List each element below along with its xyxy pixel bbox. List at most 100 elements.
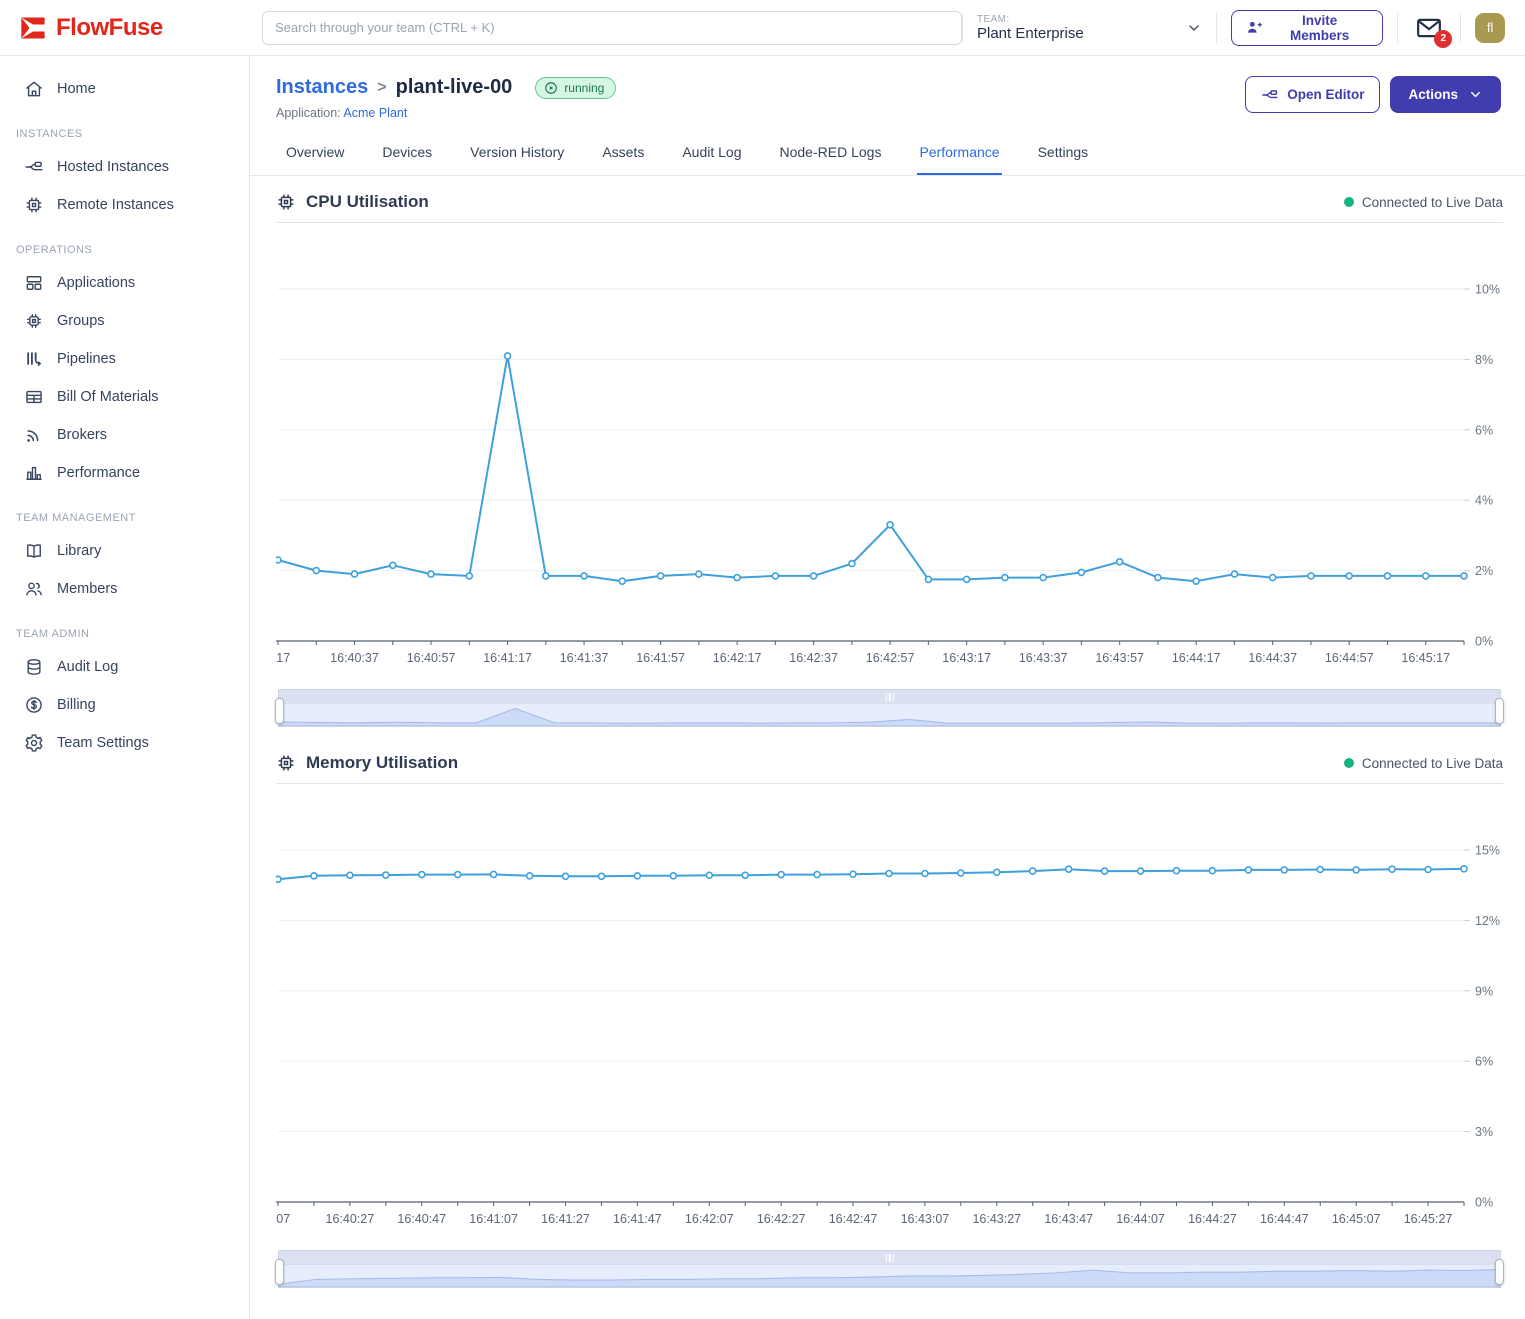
- sidebar-item-home[interactable]: Home: [0, 70, 249, 108]
- open-editor-button[interactable]: Open Editor: [1245, 76, 1380, 113]
- memory-range-slider[interactable]: [278, 1250, 1501, 1288]
- slider-handle-left[interactable]: [275, 1259, 284, 1285]
- sidebar-item-pipelines[interactable]: Pipelines: [0, 340, 249, 378]
- svg-text:9%: 9%: [1475, 984, 1493, 998]
- sidebar-item-groups[interactable]: Groups: [0, 302, 249, 340]
- sidebar-item-bill-of-materials[interactable]: Bill Of Materials: [0, 378, 249, 416]
- cpu-range-slider[interactable]: [278, 689, 1501, 727]
- sidebar-item-members[interactable]: Members: [0, 570, 249, 608]
- slider-grip-icon: [885, 693, 894, 701]
- home-icon: [24, 79, 44, 99]
- sidebar-item-performance[interactable]: Performance: [0, 454, 249, 492]
- svg-text:3%: 3%: [1475, 1125, 1493, 1139]
- sidebar-item-label: Remote Instances: [57, 197, 174, 213]
- svg-text:6%: 6%: [1475, 1055, 1493, 1069]
- svg-text:16:41:57: 16:41:57: [636, 651, 685, 665]
- sidebar-item-billing[interactable]: Billing: [0, 686, 249, 724]
- tab-performance[interactable]: Performance: [917, 140, 1001, 175]
- slider-preview[interactable]: [278, 1264, 1501, 1288]
- slider-drag-strip[interactable]: [278, 689, 1501, 703]
- notifications-button[interactable]: 2: [1412, 13, 1446, 43]
- svg-text:0:07: 0:07: [276, 1212, 290, 1226]
- application-label: Application:: [276, 106, 341, 120]
- node-branch-icon: [24, 157, 44, 177]
- sidebar-item-applications[interactable]: Applications: [0, 264, 249, 302]
- gear-icon: [24, 733, 44, 753]
- slider-handle-left[interactable]: [275, 698, 284, 724]
- invite-members-button[interactable]: Invite Members: [1231, 10, 1383, 46]
- tab-settings[interactable]: Settings: [1036, 140, 1091, 175]
- page-title: plant-live-00: [396, 76, 513, 99]
- svg-text:8%: 8%: [1475, 353, 1493, 367]
- sidebar-item-label: Team Settings: [57, 735, 149, 751]
- tab-bar: Overview Devices Version History Assets …: [250, 140, 1525, 176]
- svg-text:16:40:27: 16:40:27: [326, 1212, 375, 1226]
- svg-text:16:43:27: 16:43:27: [972, 1212, 1021, 1226]
- database-icon: [24, 657, 44, 677]
- broadcast-icon: [24, 425, 44, 445]
- divider: [1216, 13, 1217, 43]
- svg-text:16:43:07: 16:43:07: [901, 1212, 950, 1226]
- breadcrumb: Instances > plant-live-00 running: [276, 76, 616, 99]
- svg-text:16:40:57: 16:40:57: [407, 651, 456, 665]
- sidebar-item-team-settings[interactable]: Team Settings: [0, 724, 249, 762]
- cpu-chart: 0%2%4%6%8%10%0:1716:40:3716:40:5716:41:1…: [276, 229, 1503, 681]
- avatar[interactable]: fl: [1475, 13, 1505, 43]
- main-content: Instances > plant-live-00 running Applic…: [250, 56, 1525, 1319]
- tab-audit-log[interactable]: Audit Log: [680, 140, 743, 175]
- svg-text:16:42:07: 16:42:07: [685, 1212, 734, 1226]
- svg-text:16:43:57: 16:43:57: [1095, 651, 1144, 665]
- divider: [1397, 13, 1398, 43]
- tab-version-history[interactable]: Version History: [468, 140, 566, 175]
- flowfuse-logo-icon: [18, 14, 48, 42]
- tab-assets[interactable]: Assets: [600, 140, 646, 175]
- sidebar-item-remote-instances[interactable]: Remote Instances: [0, 186, 249, 224]
- slider-preview[interactable]: [278, 703, 1501, 727]
- chip-icon: [276, 192, 296, 212]
- slider-drag-strip[interactable]: [278, 1250, 1501, 1264]
- svg-text:2%: 2%: [1475, 564, 1493, 578]
- tab-devices[interactable]: Devices: [380, 140, 434, 175]
- svg-text:16:41:17: 16:41:17: [483, 651, 532, 665]
- divider: [1460, 13, 1461, 43]
- svg-text:0%: 0%: [1475, 1196, 1493, 1210]
- slider-handle-right[interactable]: [1495, 1259, 1504, 1285]
- chevron-down-icon: [1186, 20, 1202, 36]
- actions-button[interactable]: Actions: [1390, 76, 1501, 113]
- sidebar-section-instances: INSTANCES: [0, 108, 249, 148]
- sidebar-item-hosted-instances[interactable]: Hosted Instances: [0, 148, 249, 186]
- svg-text:16:44:17: 16:44:17: [1172, 651, 1221, 665]
- status-badge: running: [535, 77, 616, 99]
- sidebar-item-library[interactable]: Library: [0, 532, 249, 570]
- applications-icon: [24, 273, 44, 293]
- tab-node-red-logs[interactable]: Node-RED Logs: [778, 140, 884, 175]
- team-name: Plant Enterprise: [977, 25, 1084, 42]
- svg-text:16:44:57: 16:44:57: [1325, 651, 1374, 665]
- svg-text:6%: 6%: [1475, 423, 1493, 437]
- live-status-dot: [1344, 758, 1354, 768]
- bar-chart-icon: [24, 463, 44, 483]
- open-editor-label: Open Editor: [1287, 87, 1364, 102]
- memory-live-status: Connected to Live Data: [1362, 756, 1503, 771]
- sidebar-item-label: Performance: [57, 465, 140, 481]
- breadcrumb-instances-link[interactable]: Instances: [276, 76, 368, 99]
- breadcrumb-separator: >: [377, 79, 386, 97]
- sidebar-item-audit-log[interactable]: Audit Log: [0, 648, 249, 686]
- team-selector[interactable]: TEAM: Plant Enterprise: [977, 14, 1202, 42]
- search-input[interactable]: [262, 11, 962, 45]
- divider: [962, 13, 963, 43]
- tab-overview[interactable]: Overview: [284, 140, 346, 175]
- cpu-live-status: Connected to Live Data: [1362, 195, 1503, 210]
- svg-text:10%: 10%: [1475, 283, 1500, 297]
- application-link[interactable]: Acme Plant: [343, 106, 407, 120]
- svg-text:16:40:47: 16:40:47: [397, 1212, 446, 1226]
- svg-text:16:45:07: 16:45:07: [1332, 1212, 1381, 1226]
- svg-text:16:42:37: 16:42:37: [789, 651, 838, 665]
- sidebar-item-brokers[interactable]: Brokers: [0, 416, 249, 454]
- svg-text:15%: 15%: [1475, 844, 1500, 858]
- slider-handle-right[interactable]: [1495, 698, 1504, 724]
- svg-text:16:40:37: 16:40:37: [330, 651, 379, 665]
- brand[interactable]: FlowFuse: [0, 14, 250, 42]
- sidebar-item-label: Hosted Instances: [57, 159, 169, 175]
- sidebar-section-team-admin: TEAM ADMIN: [0, 608, 249, 648]
